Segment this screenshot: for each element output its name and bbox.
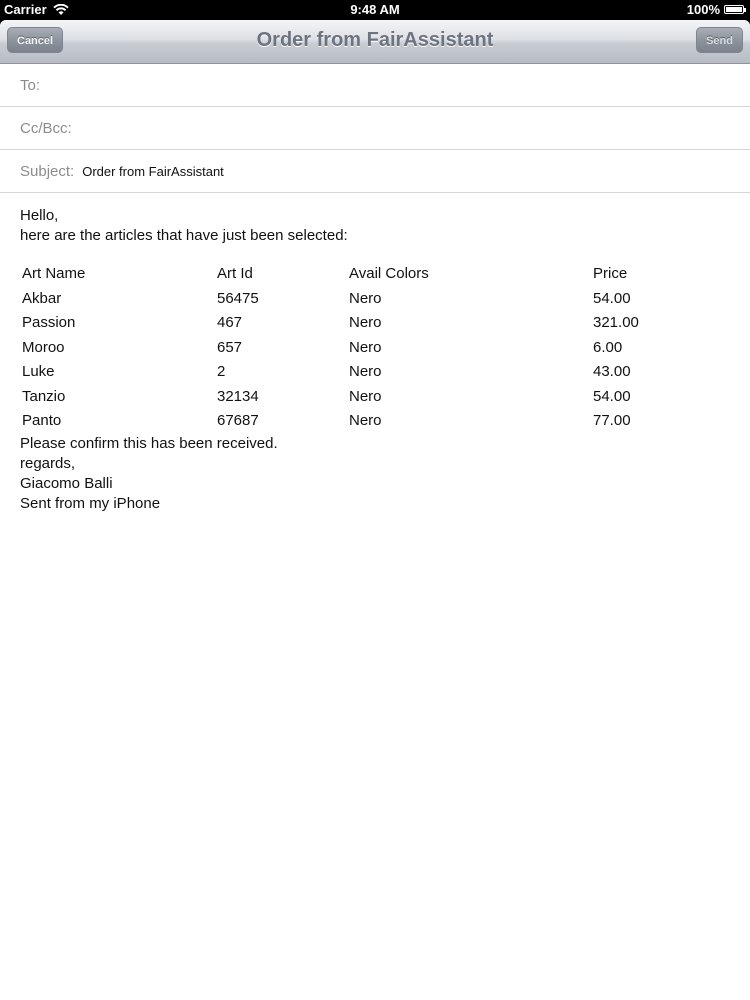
- cell-avail-colors: Nero: [349, 387, 382, 405]
- header-art-id: Art Id: [217, 265, 253, 283]
- cell-art-name: Luke: [22, 363, 55, 381]
- cell-art-name: Moroo: [22, 338, 65, 356]
- cell-price: 6.00: [593, 338, 623, 356]
- to-field[interactable]: To:: [0, 64, 750, 107]
- articles-table: Art Name Art Id Avail Colors Price Akbar…: [22, 262, 713, 434]
- clock: 9:48 AM: [350, 2, 400, 17]
- status-bar: Carrier 9:48 AM 100%: [0, 0, 750, 20]
- subject-value: Order from FairAssistant: [82, 163, 224, 179]
- greeting-text: Hello,: [20, 207, 59, 224]
- cell-avail-colors: Nero: [349, 338, 382, 356]
- battery-percent: 100%: [686, 2, 720, 17]
- battery-fill: [726, 7, 742, 12]
- table-row: Akbar 56475 Nero 54.00: [22, 287, 713, 312]
- cell-art-id: 2: [217, 363, 226, 381]
- page-title: Order from FairAssistant: [256, 29, 494, 51]
- header-price: Price: [593, 265, 628, 283]
- table-row: Panto 67687 Nero 77.00: [22, 409, 713, 434]
- cell-art-id: 467: [217, 314, 243, 332]
- to-label: To:: [20, 76, 41, 94]
- cell-price: 77.00: [593, 412, 631, 430]
- cc-bcc-field[interactable]: Cc/Bcc:: [0, 107, 750, 150]
- table-row: Passion 467 Nero 321.00: [22, 311, 713, 336]
- cell-art-id: 56475: [217, 289, 259, 307]
- cell-avail-colors: Nero: [349, 314, 382, 332]
- cell-price: 321.00: [593, 314, 639, 332]
- cell-art-id: 67687: [217, 412, 259, 430]
- table-header-row: Art Name Art Id Avail Colors Price: [22, 262, 713, 287]
- mail-compose-screen: Cancel Order from FairAssistant Send To:…: [0, 20, 750, 1000]
- cell-price: 43.00: [593, 363, 631, 381]
- table-row: Moroo 657 Nero 6.00: [22, 336, 713, 361]
- signature-text: Sent from my iPhone: [20, 494, 161, 512]
- message-body[interactable]: Hello, here are the articles that have j…: [0, 193, 750, 514]
- sender-name: Giacomo Balli: [20, 474, 113, 492]
- cell-avail-colors: Nero: [349, 412, 382, 430]
- header-art-name: Art Name: [22, 265, 86, 283]
- subject-label: Subject:: [20, 162, 75, 180]
- cell-art-name: Panto: [22, 412, 62, 430]
- battery-indicator: 100%: [686, 2, 746, 17]
- confirm-text: Please confirm this has been received.: [20, 434, 278, 452]
- cell-art-name: Passion: [22, 314, 76, 332]
- table-row: Luke 2 Nero 43.00: [22, 360, 713, 385]
- regards-text: regards,: [20, 454, 76, 472]
- send-button[interactable]: Send: [696, 27, 743, 53]
- cell-price: 54.00: [593, 387, 631, 405]
- cell-art-id: 657: [217, 338, 243, 356]
- cc-bcc-label: Cc/Bcc:: [20, 119, 72, 137]
- battery-icon: [724, 5, 746, 14]
- header-avail-colors: Avail Colors: [349, 265, 429, 283]
- cell-avail-colors: Nero: [349, 363, 382, 381]
- subject-field[interactable]: Subject: Order from FairAssistant: [0, 150, 750, 193]
- cell-art-name: Akbar: [22, 289, 62, 307]
- table-row: Tanzio 32134 Nero 54.00: [22, 385, 713, 410]
- cell-avail-colors: Nero: [349, 289, 382, 307]
- cell-price: 54.00: [593, 289, 631, 307]
- cell-art-name: Tanzio: [22, 387, 66, 405]
- navigation-bar: Cancel Order from FairAssistant Send: [0, 20, 750, 64]
- cell-art-id: 32134: [217, 387, 259, 405]
- intro-text: here are the articles that have just bee…: [20, 227, 348, 244]
